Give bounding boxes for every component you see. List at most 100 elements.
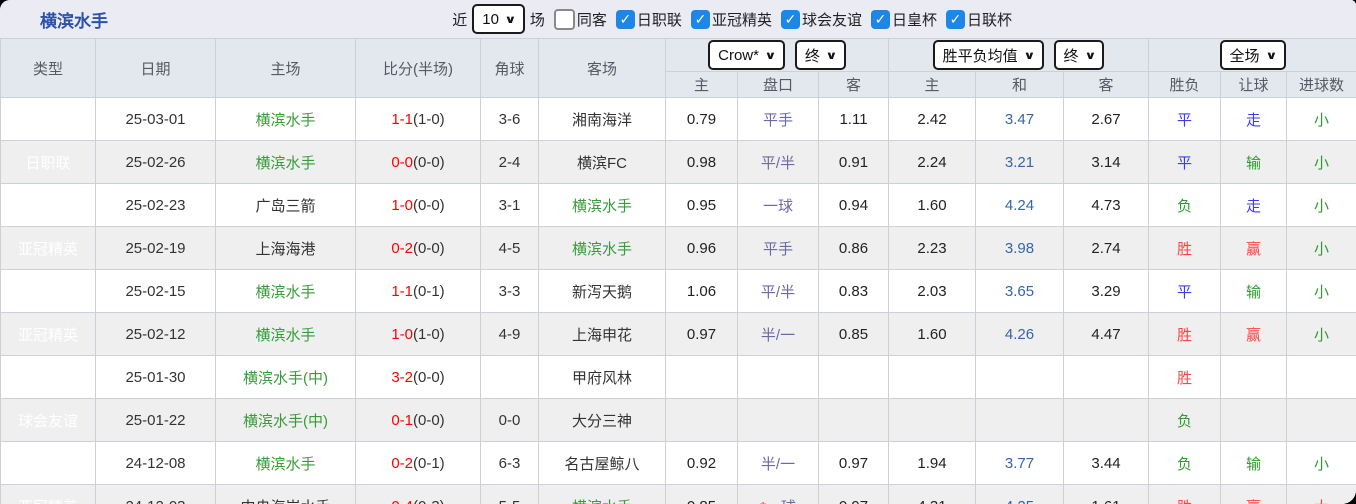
eu-draw-odds <box>975 398 1065 442</box>
corner-cell: 3-6 <box>480 97 539 141</box>
fulltime-score: 1-0 <box>391 325 413 343</box>
acl-elite-checkbox[interactable]: ✓ <box>690 9 710 29</box>
filter-group: 近 10 ∨ 场 同客 ✓ 日职联 ✓ 亚冠精英 ✓ 球会友谊 ✓ 日皇杯 ✓ … <box>452 4 1012 34</box>
result-cell: 平 <box>1148 269 1222 313</box>
fulltime-score: 1-1 <box>391 110 413 128</box>
score-cell: 0-4(0-3) <box>355 484 481 504</box>
match-row: 日职联 25-02-23 广岛三箭 1-0(0-0) 3-1 横滨水手 0.95… <box>0 183 1356 227</box>
j1-league-checkbox[interactable]: ✓ <box>615 9 635 29</box>
bookmaker-state-select[interactable]: 终 ∨ <box>794 40 846 70</box>
average-state-select[interactable]: 终 ∨ <box>1053 40 1105 70</box>
league-filter-emperors-cup: ✓ 日皇杯 <box>870 9 937 30</box>
home-team-cell: 横滨水手(中) <box>215 398 356 442</box>
chevron-down-icon: ∨ <box>1083 49 1097 62</box>
same-away-checkbox[interactable] <box>553 8 575 30</box>
recent-count-select[interactable]: 10 ∨ <box>472 4 525 34</box>
corner-cell: 2-4 <box>480 140 539 184</box>
emperors-cup-label[interactable]: 日皇杯 <box>892 9 937 30</box>
result-cell: 胜 <box>1148 355 1222 399</box>
date-cell: 25-02-19 <box>95 226 216 270</box>
eu-home-odds: 1.60 <box>888 312 977 356</box>
eu-draw-odds: 3.98 <box>975 226 1065 270</box>
fulltime-score: 0-2 <box>391 239 413 257</box>
score-cell: 0-2(0-1) <box>355 441 481 485</box>
ah-home-odds: 1.06 <box>665 269 738 313</box>
home-team-cell: 横滨水手 <box>215 441 356 485</box>
date-cell: 24-12-03 <box>95 484 216 504</box>
score-cell: 0-0(0-0) <box>355 140 481 184</box>
league-badge: 球会友谊 <box>0 398 96 442</box>
corner-cell: 3-3 <box>480 269 539 313</box>
ah-away-odds: 0.91 <box>817 140 890 184</box>
average-odds-select[interactable]: 胜平负均值 ∨ <box>932 40 1044 70</box>
j1-league-label[interactable]: 日职联 <box>637 9 682 30</box>
score-cell: 3-2(0-0) <box>355 355 481 399</box>
ah-result-cell: 输 <box>1220 441 1288 485</box>
corner-cell: 0-0 <box>480 398 539 442</box>
recent-label: 近 <box>452 11 468 29</box>
corner-cell: 5-5 <box>480 484 539 504</box>
result-cell: 平 <box>1148 97 1222 141</box>
match-row: 球会友谊 25-01-22 横滨水手(中) 0-1(0-0) 0-0 大分三神 … <box>0 398 1356 442</box>
eu-draw-odds: 3.77 <box>975 441 1065 485</box>
same-away-label[interactable]: 同客 <box>577 9 607 30</box>
home-team-cell: 横滨水手 <box>215 140 356 184</box>
col-header-away: 客场 <box>538 38 666 98</box>
eu-away-odds: 3.29 <box>1063 269 1150 313</box>
fulltime-score: 0-1 <box>391 411 413 429</box>
match-row: 日职联 25-02-26 横滨水手 0-0(0-0) 2-4 横滨FC 0.98… <box>0 140 1356 184</box>
score-cell: 1-1(0-1) <box>355 269 481 313</box>
matches-label: 场 <box>529 11 545 29</box>
eu-away-odds: 2.74 <box>1063 226 1150 270</box>
score-cell: 0-2(0-0) <box>355 226 481 270</box>
fulltime-score: 0-4 <box>391 498 413 504</box>
ah-handicap: 半/一 <box>737 312 819 356</box>
ah-handicap: *一球 <box>737 484 819 504</box>
corner-cell: 4-9 <box>480 312 539 356</box>
away-team-cell: 横滨FC <box>538 140 666 184</box>
match-row: 日职联 25-03-01 横滨水手 1-1(1-0) 3-6 湘南海洋 0.79… <box>0 97 1356 141</box>
chevron-down-icon: ∨ <box>504 13 517 26</box>
eu-away-odds: 4.47 <box>1063 312 1150 356</box>
league-badge: 球会友谊 <box>0 355 96 399</box>
home-team-cell: 横滨水手(中) <box>215 355 356 399</box>
eu-home-odds: 1.94 <box>888 441 977 485</box>
league-cup-checkbox[interactable]: ✓ <box>945 9 965 29</box>
away-team-cell: 名古屋鲸八 <box>538 441 666 485</box>
col-header-home: 主场 <box>215 38 356 98</box>
away-team-cell: 甲府风林 <box>538 355 666 399</box>
scope-select[interactable]: 全场 ∨ <box>1219 40 1286 70</box>
score-cell: 1-1(1-0) <box>355 97 481 141</box>
ah-result-cell: 赢 <box>1220 312 1288 356</box>
ah-away-odds: 0.94 <box>817 183 890 227</box>
scope-controls-cell: 全场 ∨ <box>1148 38 1356 72</box>
club-friendly-label[interactable]: 球会友谊 <box>802 9 862 30</box>
bookmaker-value: Crow* <box>718 46 759 64</box>
club-friendly-checkbox[interactable]: ✓ <box>780 9 800 29</box>
halftime-score: (0-0) <box>413 368 445 386</box>
halftime-score: (0-0) <box>413 239 445 257</box>
eu-away-odds: 1.61 <box>1063 484 1150 504</box>
match-row: 日职联 25-02-15 横滨水手 1-1(0-1) 3-3 新泻天鹅 1.06… <box>0 269 1356 313</box>
recent-count-value: 10 <box>482 10 499 28</box>
league-cup-label[interactable]: 日联杯 <box>967 9 1012 30</box>
handicap-controls-cell: Crow* ∨ 终 ∨ <box>664 38 890 72</box>
league-badge: 日职联 <box>0 441 96 485</box>
emperors-cup-checkbox[interactable]: ✓ <box>870 9 890 29</box>
home-team-cell: 上海海港 <box>215 226 356 270</box>
subcol-ah-away: 客 <box>817 71 890 98</box>
acl-elite-label[interactable]: 亚冠精英 <box>712 9 772 30</box>
col-header-date: 日期 <box>95 38 216 98</box>
match-row: 日职联 24-12-08 横滨水手 0-2(0-1) 6-3 名古屋鲸八 0.9… <box>0 441 1356 485</box>
handicap-value: 一球 <box>762 197 793 215</box>
bookmaker-state-value: 终 <box>804 47 820 65</box>
col-header-type: 类型 <box>0 38 96 98</box>
goals-result-cell: 小 <box>1286 183 1356 227</box>
col-header-score: 比分(半场) <box>355 38 481 98</box>
subcol-goals: 进球数 <box>1286 71 1356 98</box>
league-badge: 日职联 <box>0 269 96 313</box>
league-badge: 日职联 <box>0 183 96 227</box>
ah-result-cell: 输 <box>1220 140 1288 184</box>
bookmaker-select[interactable]: Crow* ∨ <box>708 40 785 70</box>
ah-result-cell: 赢 <box>1220 226 1288 270</box>
